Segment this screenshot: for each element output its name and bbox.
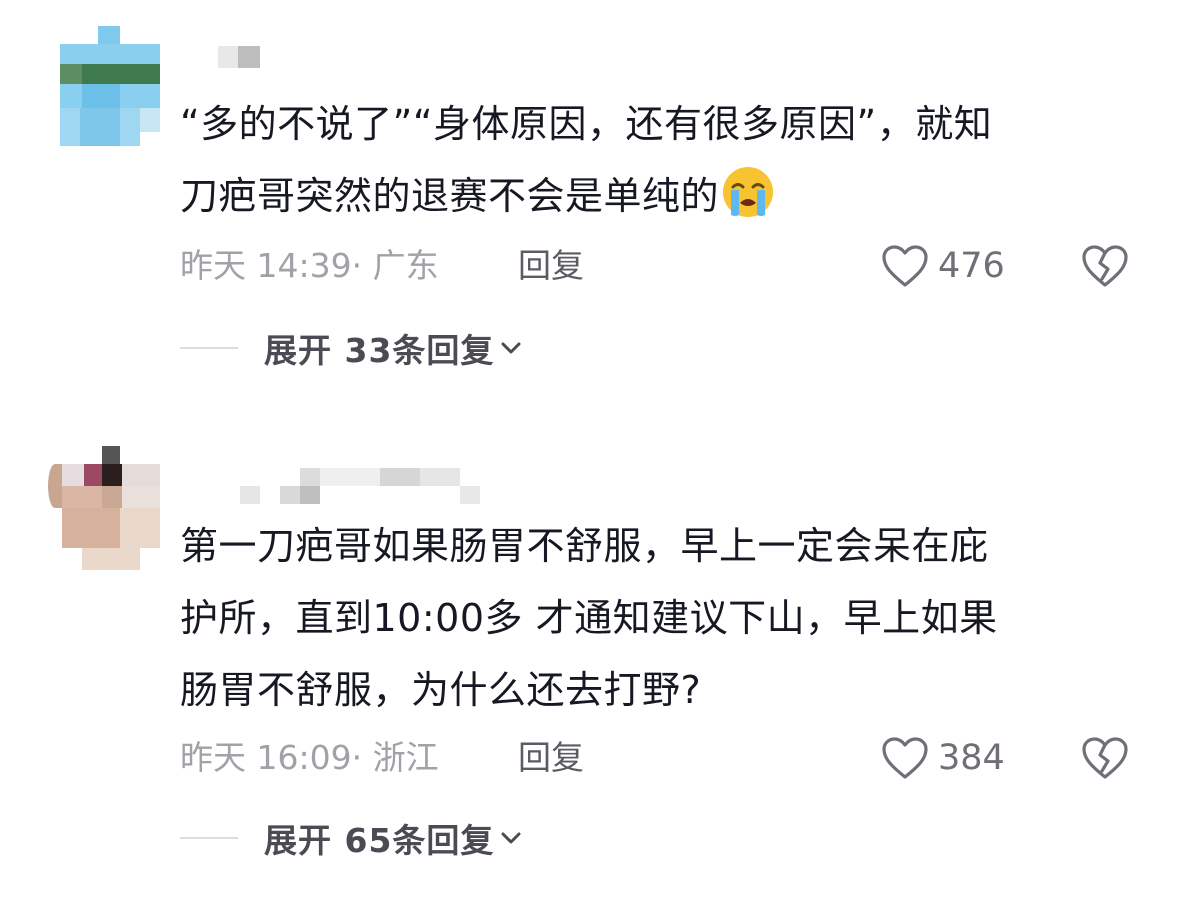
expand-replies-button[interactable]: 展开 33条回复 xyxy=(180,326,524,370)
comment-item: “多的不说了”“身体原因，还有很多原因”，就知 刀疤哥突然的退赛不会是单纯的 昨… xyxy=(0,0,1179,400)
divider-line xyxy=(180,837,238,839)
like-button[interactable]: 384 xyxy=(880,736,1005,780)
loudly-crying-face-icon xyxy=(723,167,774,217)
like-count: 476 xyxy=(938,246,1005,286)
avatar[interactable] xyxy=(60,26,160,146)
timestamp-location: 昨天 14:39· 广东 xyxy=(180,246,439,285)
comment-text: “多的不说了”“身体原因，还有很多原因”，就知 刀疤哥突然的退赛不会是单纯的 xyxy=(180,102,993,218)
chevron-down-icon xyxy=(501,832,521,844)
username[interactable] xyxy=(240,464,480,504)
chevron-down-icon xyxy=(501,342,521,354)
comment-text: 第一刀疤哥如果肠胃不舒服，早上一定会呆在庇 护所，直到10:00多 才通知建议下… xyxy=(180,524,998,712)
expand-replies-label: 展开 65条回复 xyxy=(264,821,495,860)
broken-heart-icon[interactable] xyxy=(1080,735,1130,781)
like-button[interactable]: 476 xyxy=(880,244,1005,288)
like-count: 384 xyxy=(938,738,1005,778)
divider-line xyxy=(180,347,238,349)
expand-replies-button[interactable]: 展开 65条回复 xyxy=(180,816,524,860)
expand-replies-label: 展开 33条回复 xyxy=(264,331,495,370)
timestamp-location: 昨天 16:09· 浙江 xyxy=(180,738,439,777)
comment-item: 第一刀疤哥如果肠胃不舒服，早上一定会呆在庇 护所，直到10:00多 才通知建议下… xyxy=(0,420,1179,901)
heart-icon xyxy=(882,737,928,779)
reply-button[interactable]: 回复 xyxy=(518,244,584,288)
heart-icon xyxy=(882,245,928,287)
reply-button[interactable]: 回复 xyxy=(518,736,584,780)
broken-heart-icon[interactable] xyxy=(1080,243,1130,289)
avatar[interactable] xyxy=(48,446,160,570)
username[interactable] xyxy=(218,42,278,82)
